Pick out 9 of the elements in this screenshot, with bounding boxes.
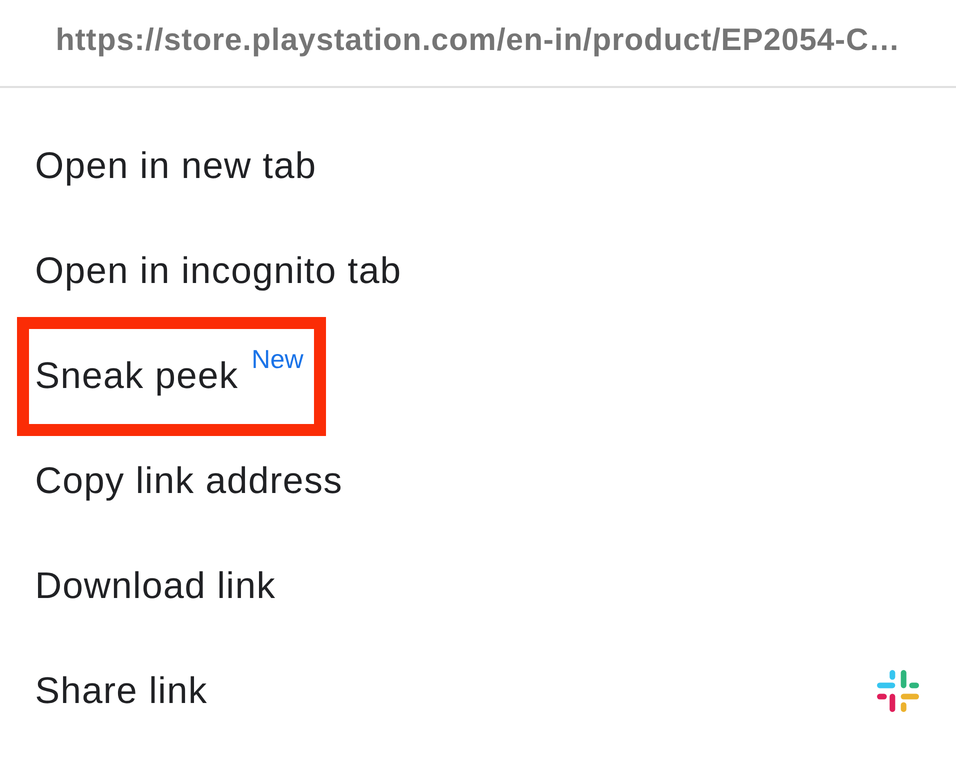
new-label: New bbox=[251, 344, 304, 374]
menu-item[interactable]: Sneak peek bbox=[35, 350, 238, 400]
menu-item[interactable]: Copy link address bbox=[35, 456, 343, 506]
link-url: https://store.playstation.com/en-in/product/EP2054-C… bbox=[56, 22, 900, 58]
menu-item[interactable]: Open in incognito tab bbox=[35, 246, 402, 296]
menu-item[interactable]: Open in new tab bbox=[35, 140, 316, 190]
menu-item[interactable]: Share link bbox=[35, 666, 208, 716]
menu-item[interactable]: Download link bbox=[35, 560, 276, 610]
app-logo-icon[interactable] bbox=[877, 670, 919, 712]
